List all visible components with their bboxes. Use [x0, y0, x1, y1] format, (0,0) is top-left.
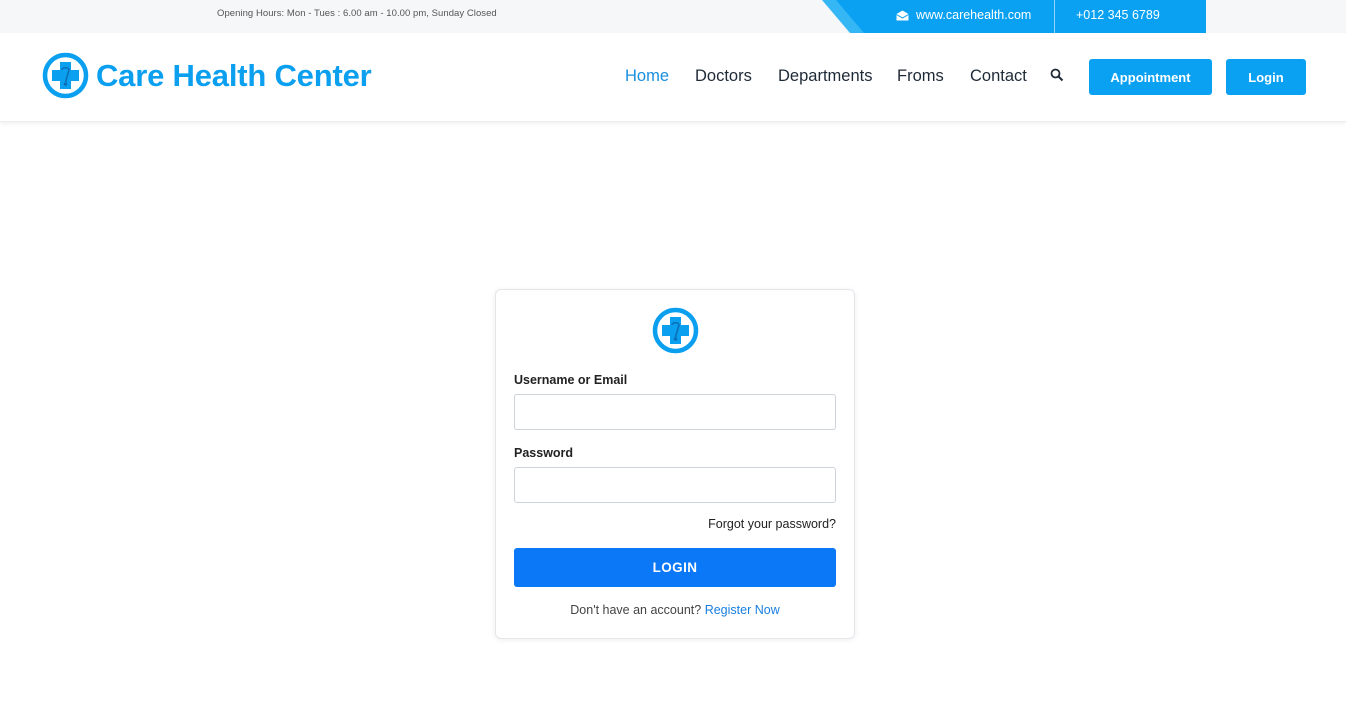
email-link[interactable]: www.carehealth.com	[896, 8, 1031, 22]
contact-block: www.carehealth.com +012 345 6789	[822, 0, 1206, 33]
phone-link[interactable]: +012 345 6789	[1076, 8, 1160, 22]
main-header: Care Health Center Home Doctors Departme…	[0, 33, 1346, 122]
nav-departments[interactable]: Departments	[778, 67, 872, 86]
email-text: www.carehealth.com	[916, 8, 1032, 22]
brand-logo[interactable]: Care Health Center	[42, 52, 372, 99]
contact-divider	[1054, 0, 1055, 33]
nav-froms[interactable]: Froms	[897, 67, 944, 86]
nav-home[interactable]: Home	[625, 67, 669, 86]
login-submit-button[interactable]: LOGIN	[514, 548, 836, 587]
header-login-button[interactable]: Login	[1226, 59, 1306, 95]
password-label: Password	[514, 446, 574, 460]
no-account-text: Don't have an account?	[570, 603, 702, 617]
login-card: Username or Email Password Forgot your p…	[495, 289, 855, 639]
username-input[interactable]	[514, 394, 836, 430]
search-icon	[1050, 68, 1064, 82]
forgot-password-link[interactable]: Forgot your password?	[708, 517, 836, 531]
nav-contact[interactable]: Contact	[970, 67, 1027, 86]
register-prompt: Don't have an account? Register Now	[496, 603, 854, 617]
register-now-link[interactable]: Register Now	[705, 603, 780, 617]
medical-cross-logo-icon	[42, 52, 89, 99]
envelope-icon	[896, 10, 909, 20]
password-input[interactable]	[514, 467, 836, 503]
opening-hours-text: Opening Hours: Mon - Tues : 6.00 am - 10…	[217, 8, 497, 19]
username-label: Username or Email	[514, 373, 628, 387]
nav-doctors[interactable]: Doctors	[695, 67, 752, 86]
brand-name: Care Health Center	[96, 57, 372, 93]
top-info-bar: Opening Hours: Mon - Tues : 6.00 am - 10…	[0, 0, 1346, 33]
search-button[interactable]	[1050, 68, 1066, 84]
medical-cross-logo-icon	[652, 307, 699, 354]
appointment-button[interactable]: Appointment	[1089, 59, 1212, 95]
